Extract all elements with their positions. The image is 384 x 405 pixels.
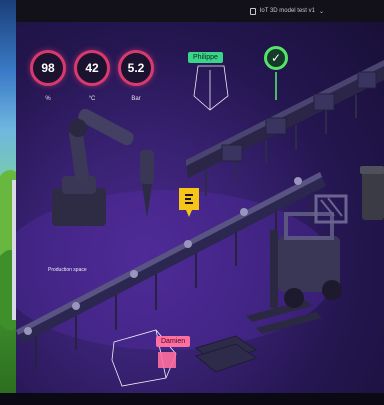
- gauge-value: 42: [85, 61, 99, 75]
- background-window-strip: [0, 0, 16, 405]
- gauge-unit-label: Bar: [131, 96, 141, 102]
- gauge-pressure: 5.2: [118, 50, 154, 86]
- bottom-bar: [0, 393, 384, 405]
- user-tag-philippe[interactable]: Philippe: [188, 52, 223, 63]
- gauge-unit-label: °C: [88, 96, 96, 102]
- status-pointer-line: [275, 72, 277, 100]
- gauge-value: 5.2: [127, 61, 145, 75]
- status-ok-icon[interactable]: ✓: [264, 46, 288, 70]
- factory-3d-viewport[interactable]: IoT 3D model test v1 ⌄ 98 % 42 °C 5.2 Ba…: [16, 0, 384, 393]
- gauge-humidity: 98: [30, 50, 66, 86]
- zone-label: Production space: [48, 267, 87, 273]
- gauge-value: 98: [41, 61, 55, 75]
- user-tag-damien[interactable]: Damien: [156, 336, 191, 347]
- gauge-temperature: 42: [74, 50, 110, 86]
- location-marker-icon[interactable]: [176, 186, 202, 220]
- gauge-unit-label: %: [45, 96, 51, 102]
